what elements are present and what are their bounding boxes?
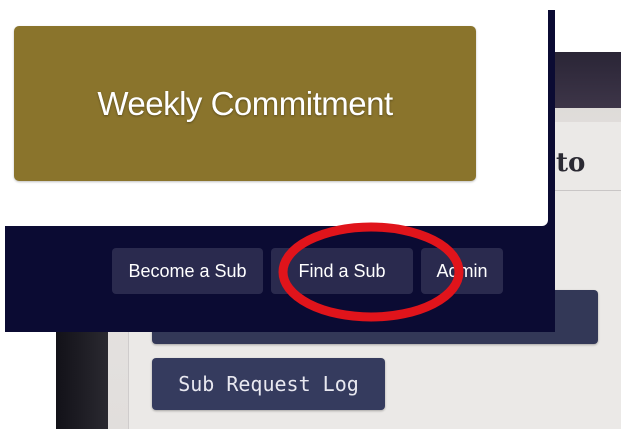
- background-heading-fragment: to: [556, 148, 586, 178]
- find-a-sub-button[interactable]: Find a Sub: [271, 248, 413, 294]
- admin-button[interactable]: Admin: [421, 248, 503, 294]
- bottom-nav-bar: Become a Sub Find a Sub Admin: [112, 248, 503, 294]
- screenshot-stage: to Sub Request Log Weekly Commitment Bec…: [0, 0, 621, 429]
- weekly-commitment-button[interactable]: Weekly Commitment: [14, 26, 476, 181]
- sub-request-log-button[interactable]: Sub Request Log: [152, 358, 385, 410]
- become-a-sub-button[interactable]: Become a Sub: [112, 248, 263, 294]
- foreground-ui-panel: Weekly Commitment Become a Sub Find a Su…: [0, 0, 555, 332]
